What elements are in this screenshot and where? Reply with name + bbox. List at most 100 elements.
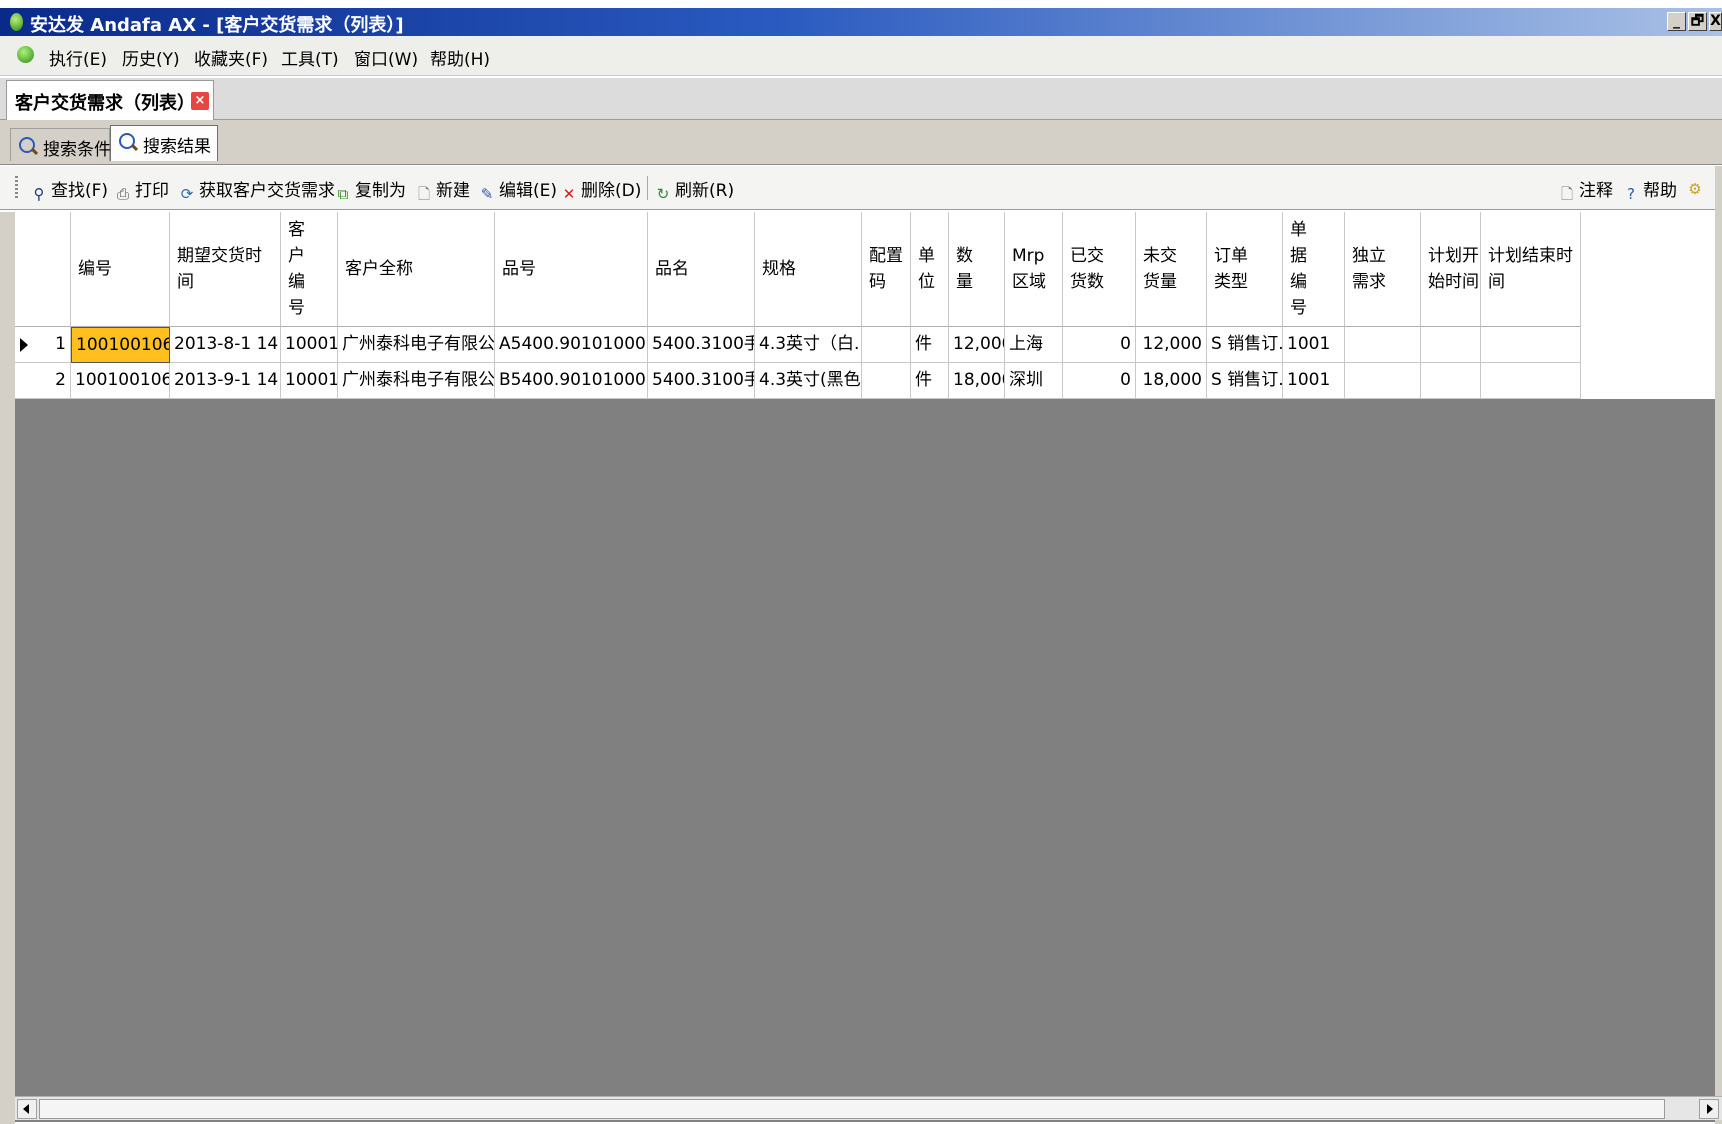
new-button[interactable]: 🗋 新建 bbox=[415, 176, 470, 203]
settings-button[interactable]: ⚙ bbox=[1686, 176, 1707, 198]
print-button[interactable]: ⎙ 打印 bbox=[114, 176, 169, 203]
column-header[interactable]: 客户编号 bbox=[281, 212, 338, 327]
table-cell[interactable]: 5400.3100手机 bbox=[648, 363, 755, 399]
table-cell[interactable]: 件 bbox=[911, 327, 949, 363]
column-header[interactable]: 单据编号 bbox=[1283, 212, 1345, 327]
table-cell[interactable] bbox=[1481, 363, 1581, 399]
new-document-icon: 🗋 bbox=[417, 185, 431, 203]
table-cell[interactable]: B5400.9010100002... bbox=[495, 363, 648, 399]
copy-as-button[interactable]: ⧉ 复制为 bbox=[334, 176, 406, 203]
fetch-delivery-demand-button[interactable]: ⟳ 获取客户交货需求 bbox=[178, 176, 335, 203]
printer-icon: ⎙ bbox=[116, 185, 129, 203]
toolbar-grip[interactable] bbox=[15, 176, 18, 198]
column-header-label: Mrp 区域 bbox=[1012, 246, 1046, 292]
window-title: 安达发 Andafa AX - [客户交货需求（列表）] bbox=[30, 15, 404, 36]
table-cell[interactable]: 18,000 bbox=[949, 363, 1005, 399]
table-cell[interactable]: 10001 bbox=[281, 363, 338, 399]
table-cell[interactable]: 2013-9-1 14:25 bbox=[170, 363, 281, 399]
table-cell[interactable]: 2013-8-1 14:24 bbox=[170, 327, 281, 363]
annotate-button[interactable]: 🗋 注释 bbox=[1558, 176, 1613, 203]
table-cell[interactable] bbox=[862, 327, 911, 363]
scrollbar-thumb[interactable] bbox=[39, 1099, 1665, 1119]
column-header[interactable]: 数量 bbox=[949, 212, 1005, 327]
column-header[interactable]: 期望交货时间 bbox=[170, 212, 281, 327]
column-header-label: 计划开 始时间 bbox=[1428, 246, 1479, 292]
document-tab[interactable]: 客户交货需求（列表） × bbox=[6, 80, 214, 120]
column-header-label: 品号 bbox=[502, 259, 536, 279]
table-cell[interactable]: 0 bbox=[1063, 363, 1136, 399]
search-tab-bar: 搜索条件 搜索结果 bbox=[0, 120, 1722, 165]
column-header[interactable]: 订单 类型 bbox=[1207, 212, 1283, 327]
table-cell[interactable]: 0 bbox=[1063, 327, 1136, 363]
print-label: 打印 bbox=[135, 181, 169, 201]
table-cell[interactable]: 12,000 bbox=[1136, 327, 1207, 363]
table-cell[interactable]: 广州泰科电子有限公司 bbox=[338, 327, 495, 363]
table-cell[interactable]: 4.3英寸（白... bbox=[755, 327, 862, 363]
menu-execute[interactable]: 执行(E) bbox=[49, 45, 107, 70]
horizontal-scrollbar[interactable] bbox=[15, 1096, 1722, 1120]
arrow-left-icon bbox=[23, 1104, 29, 1114]
column-header[interactable]: 未交 货量 bbox=[1136, 212, 1207, 327]
table-cell[interactable] bbox=[862, 363, 911, 399]
menu-favorites[interactable]: 收藏夹(F) bbox=[194, 45, 268, 70]
table-cell[interactable]: 1001 bbox=[1283, 327, 1345, 363]
table-cell[interactable] bbox=[1345, 327, 1421, 363]
column-header[interactable]: 编号 bbox=[71, 212, 170, 327]
column-header[interactable]: 品号 bbox=[495, 212, 648, 327]
scroll-left-button[interactable] bbox=[17, 1099, 37, 1119]
row-number[interactable]: 2 bbox=[15, 363, 71, 399]
table-cell[interactable]: 件 bbox=[911, 363, 949, 399]
table-row[interactable]: 210010010642013-9-1 14:2510001广州泰科电子有限公司… bbox=[15, 363, 1722, 399]
column-header[interactable]: 已交 货数 bbox=[1063, 212, 1136, 327]
menu-window[interactable]: 窗口(W) bbox=[354, 45, 418, 70]
column-header[interactable]: 计划结束时间 bbox=[1481, 212, 1581, 327]
app-menu-icon[interactable] bbox=[17, 46, 34, 63]
column-header[interactable]: 计划开 始时间 bbox=[1421, 212, 1481, 327]
table-cell[interactable]: 4.3英寸(黑色） bbox=[755, 363, 862, 399]
find-button[interactable]: ⚲ 查找(F) bbox=[30, 176, 109, 203]
table-cell[interactable]: 广州泰科电子有限公司 bbox=[338, 363, 495, 399]
table-cell[interactable]: 1001 bbox=[1283, 363, 1345, 399]
minimize-button[interactable]: _ bbox=[1667, 12, 1686, 31]
column-header[interactable]: 单位 bbox=[911, 212, 949, 327]
table-cell[interactable]: 1001001064 bbox=[71, 363, 170, 399]
table-cell[interactable]: S 销售订... bbox=[1207, 363, 1283, 399]
menu-help[interactable]: 帮助(H) bbox=[430, 45, 490, 70]
help-button[interactable]: ? 帮助 bbox=[1622, 176, 1677, 203]
table-cell[interactable] bbox=[1421, 327, 1481, 363]
scroll-right-button[interactable] bbox=[1699, 1099, 1719, 1119]
toolbar-separator bbox=[647, 176, 648, 200]
column-header[interactable]: Mrp 区域 bbox=[1005, 212, 1063, 327]
column-header[interactable]: 品名 bbox=[648, 212, 755, 327]
table-cell[interactable]: 1001001063 bbox=[71, 327, 170, 363]
table-cell[interactable]: 12,000 bbox=[949, 327, 1005, 363]
column-header[interactable] bbox=[15, 212, 71, 327]
close-window-button[interactable]: X bbox=[1709, 12, 1722, 31]
column-header[interactable]: 规格 bbox=[755, 212, 862, 327]
table-row[interactable]: 110010010632013-8-1 14:2410001广州泰科电子有限公司… bbox=[15, 327, 1722, 363]
table-cell[interactable] bbox=[1481, 327, 1581, 363]
restore-button[interactable]: 🗗 bbox=[1688, 12, 1707, 31]
table-cell[interactable]: 10001 bbox=[281, 327, 338, 363]
column-header[interactable]: 独立 需求 bbox=[1345, 212, 1421, 327]
table-cell[interactable]: S 销售订... bbox=[1207, 327, 1283, 363]
column-header[interactable]: 客户全称 bbox=[338, 212, 495, 327]
refresh-button[interactable]: ↻ 刷新(R) bbox=[654, 176, 734, 203]
table-cell[interactable]: 深圳 bbox=[1005, 363, 1063, 399]
table-cell[interactable] bbox=[1345, 363, 1421, 399]
table-cell[interactable]: A5400.9010100002... bbox=[495, 327, 648, 363]
edit-button[interactable]: ✎ 编辑(E) bbox=[478, 176, 557, 203]
menu-tools[interactable]: 工具(T) bbox=[281, 45, 339, 70]
tab-search-condition[interactable]: 搜索条件 bbox=[10, 128, 111, 161]
table-cell[interactable]: 18,000 bbox=[1136, 363, 1207, 399]
table-cell[interactable]: 上海 bbox=[1005, 327, 1063, 363]
menu-history[interactable]: 历史(Y) bbox=[122, 45, 180, 70]
tab-search-result[interactable]: 搜索结果 bbox=[110, 125, 218, 161]
table-cell[interactable]: 5400.3100手机 bbox=[648, 327, 755, 363]
delete-x-icon: ✕ bbox=[562, 185, 576, 203]
app-icon bbox=[10, 13, 23, 31]
close-tab-icon[interactable]: × bbox=[191, 92, 209, 110]
table-cell[interactable] bbox=[1421, 363, 1481, 399]
delete-button[interactable]: ✕ 删除(D) bbox=[560, 176, 642, 203]
column-header[interactable]: 配置码 bbox=[862, 212, 911, 327]
